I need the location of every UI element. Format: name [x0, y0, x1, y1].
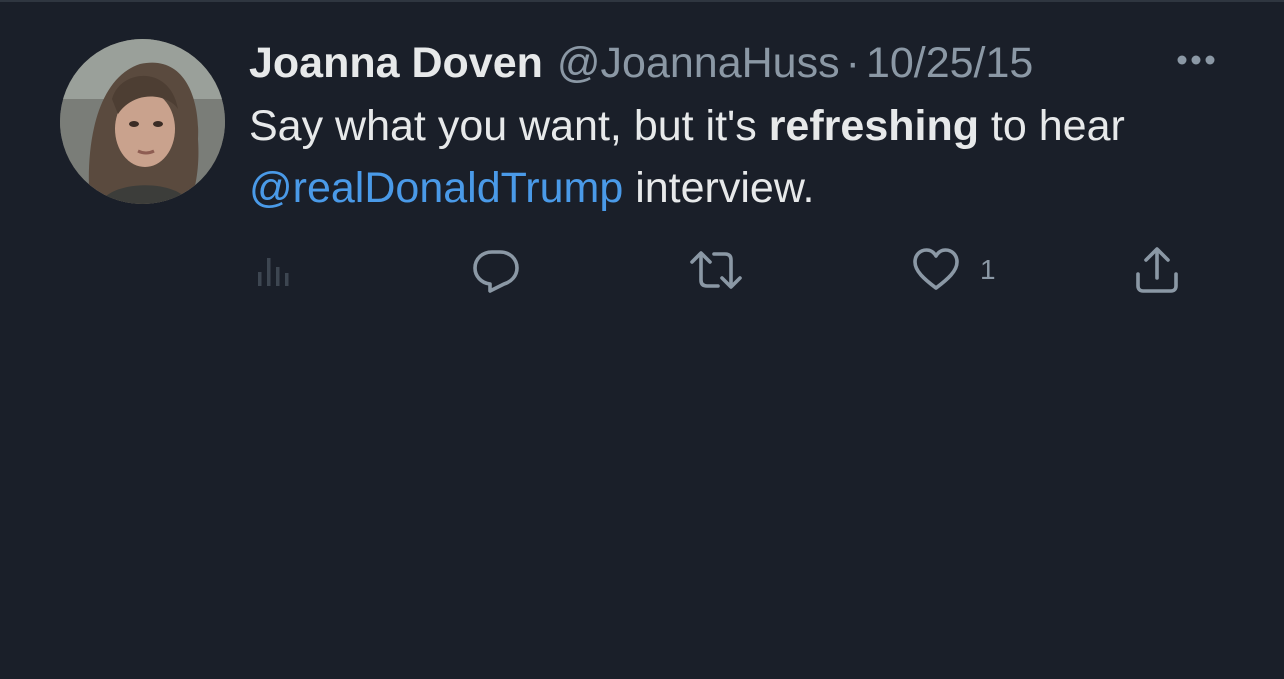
more-icon	[1177, 55, 1215, 65]
tweet-text-part3: interview.	[623, 164, 815, 212]
more-button[interactable]	[1170, 42, 1222, 78]
tweet-text-part1: Say what you want, but it's	[249, 102, 769, 150]
like-button[interactable]: 1	[910, 242, 996, 298]
reply-button[interactable]	[470, 242, 522, 298]
reply-icon	[473, 250, 519, 293]
tweet-card[interactable]: Joanna Doven @JoannaHuss · 10/25/15 Say …	[0, 2, 1284, 679]
share-icon	[1136, 247, 1178, 293]
separator-dot: ·	[845, 39, 860, 87]
like-count: 1	[980, 254, 996, 285]
share-button[interactable]	[1133, 242, 1181, 298]
user-handle[interactable]: @JoannaHuss	[557, 38, 840, 88]
display-name[interactable]: Joanna Doven	[249, 38, 543, 88]
tweet-text-bold: refreshing	[768, 102, 979, 150]
tweet-text-part2: to hear	[978, 102, 1125, 150]
tweet-text: Say what you want, but it's refreshing t…	[249, 95, 1209, 219]
views-button[interactable]	[256, 242, 296, 298]
action-bar: 1	[0, 242, 1284, 298]
heart-icon	[913, 248, 959, 290]
tweet-date[interactable]: 10/25/15	[866, 38, 1033, 88]
mention-link[interactable]: @realDonaldTrump	[249, 164, 623, 212]
avatar-image	[60, 39, 225, 204]
retweet-icon	[690, 251, 742, 289]
retweet-button[interactable]	[688, 242, 744, 298]
tweet-header: Joanna Doven @JoannaHuss · 10/25/15	[249, 38, 1033, 88]
avatar[interactable]	[60, 39, 225, 204]
views-icon	[258, 258, 289, 286]
